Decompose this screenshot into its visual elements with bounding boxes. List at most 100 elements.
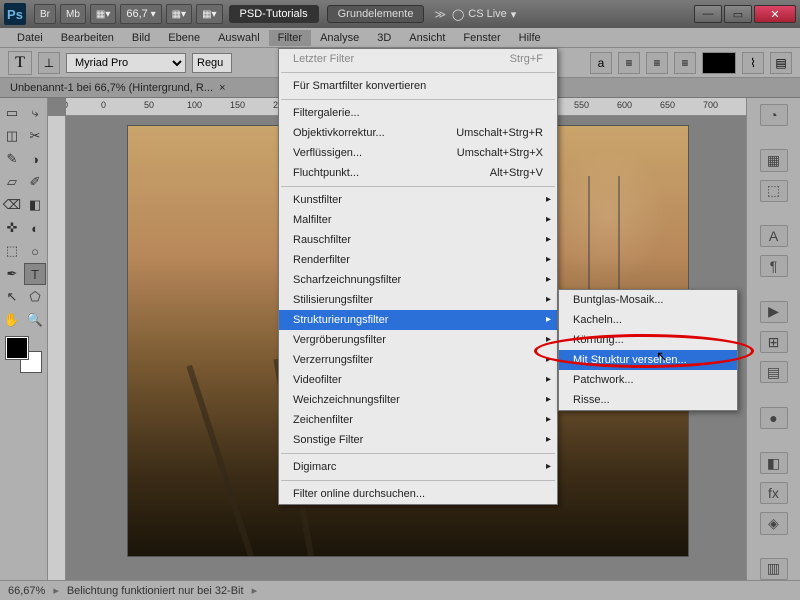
panel-icon-1[interactable]: ▦ — [760, 149, 788, 171]
panel-icon-12[interactable]: ▥ — [760, 558, 788, 580]
menu-item[interactable]: Stilisierungsfilter — [279, 290, 557, 310]
menu-item[interactable]: Digimarc — [279, 457, 557, 477]
tool-6[interactable]: ▱ — [1, 171, 23, 193]
tool-5[interactable]: ◑ — [24, 148, 46, 170]
tool-1[interactable]: ⤷ — [24, 102, 46, 124]
font-family-select[interactable]: Myriad Pro — [66, 53, 186, 73]
menu-hilfe[interactable]: Hilfe — [510, 30, 550, 46]
menu-item[interactable]: Fluchtpunkt...Alt+Strg+V — [279, 163, 557, 183]
warp-text-button[interactable]: ⌇ — [742, 52, 764, 74]
foreground-color-swatch[interactable] — [6, 337, 28, 359]
panel-icon-6[interactable]: ⊞ — [760, 331, 788, 353]
workspace-grundelemente[interactable]: Grundelemente — [327, 5, 425, 23]
submenu-item[interactable]: Mit Struktur versehen... — [559, 350, 737, 370]
menu-analyse[interactable]: Analyse — [311, 30, 368, 46]
menu-item[interactable]: Scharfzeichnungsfilter — [279, 270, 557, 290]
menu-3d[interactable]: 3D — [368, 30, 400, 46]
menu-item[interactable]: Renderfilter — [279, 250, 557, 270]
status-zoom[interactable]: 66,67% — [8, 585, 45, 597]
panel-icon-9[interactable]: ◧ — [760, 452, 788, 474]
tool-9[interactable]: ◧ — [24, 194, 46, 216]
menu-item[interactable]: Rauschfilter — [279, 230, 557, 250]
screen-mode-button[interactable]: ▦▾ — [90, 4, 116, 24]
minimize-button[interactable]: — — [694, 5, 722, 23]
menu-item[interactable]: Vergröberungsfilter — [279, 330, 557, 350]
arrange-button[interactable]: ▦▾ — [196, 4, 222, 24]
close-button[interactable]: ✕ — [754, 5, 796, 23]
menu-datei[interactable]: Datei — [8, 30, 52, 46]
submenu-item[interactable]: Buntglas-Mosaik... — [559, 290, 737, 310]
window-titlebar: Ps Br Mb ▦▾ 66,7 ▾ ▦▾ ▦▾ PSD-Tutorials G… — [0, 0, 800, 28]
menu-ansicht[interactable]: Ansicht — [400, 30, 454, 46]
submenu-item[interactable]: Risse... — [559, 390, 737, 410]
menu-item[interactable]: Videofilter — [279, 370, 557, 390]
text-orientation-button[interactable]: ⊥ — [38, 52, 60, 74]
more-icon[interactable]: ≫ — [434, 8, 446, 21]
tool-8[interactable]: ⌫ — [1, 194, 23, 216]
panel-icon-4[interactable]: ¶ — [760, 255, 788, 277]
workspace-psdtutorials[interactable]: PSD-Tutorials — [229, 5, 319, 23]
text-color-swatch[interactable] — [702, 52, 736, 74]
tool-17[interactable]: ⬠ — [24, 286, 46, 308]
character-panel-button[interactable]: ▤ — [770, 52, 792, 74]
menu-item[interactable]: Sonstige Filter — [279, 430, 557, 450]
tool-4[interactable]: ✎ — [1, 148, 23, 170]
menu-bearbeiten[interactable]: Bearbeiten — [52, 30, 123, 46]
panel-icon-5[interactable]: ▶ — [760, 301, 788, 323]
align-center-button[interactable]: ≡ — [646, 52, 668, 74]
antialias-button[interactable]: a — [590, 52, 612, 74]
minibridge-button[interactable]: Mb — [60, 4, 86, 24]
menu-item[interactable]: Verzerrungsfilter — [279, 350, 557, 370]
menu-item[interactable]: Weichzeichnungsfilter — [279, 390, 557, 410]
tool-18[interactable]: ✋ — [1, 309, 23, 331]
panel-icon-10[interactable]: fx — [760, 482, 788, 504]
panel-icon-3[interactable]: A — [760, 225, 788, 247]
view-extras-button[interactable]: ▦▾ — [166, 4, 192, 24]
tool-11[interactable]: ◐ — [24, 217, 46, 239]
cslive-button[interactable]: ◯ CS Live ▾ — [452, 8, 516, 21]
menu-filter[interactable]: Filter — [269, 30, 311, 46]
filter-menu-dropdown: Letzter FilterStrg+FFür Smartfilter konv… — [278, 48, 558, 505]
submenu-item[interactable]: Patchwork... — [559, 370, 737, 390]
panel-icon-2[interactable]: ⬚ — [760, 180, 788, 202]
menu-item[interactable]: Kunstfilter — [279, 190, 557, 210]
menu-bild[interactable]: Bild — [123, 30, 159, 46]
zoom-level[interactable]: 66,7 ▾ — [120, 4, 161, 24]
align-right-button[interactable]: ≡ — [674, 52, 696, 74]
menu-fenster[interactable]: Fenster — [454, 30, 509, 46]
menu-item[interactable]: Für Smartfilter konvertieren — [279, 76, 557, 96]
menu-item[interactable]: Strukturierungsfilter — [279, 310, 557, 330]
tool-7[interactable]: ✐ — [24, 171, 46, 193]
tool-13[interactable]: ○ — [24, 240, 46, 262]
submenu-item[interactable]: Kacheln... — [559, 310, 737, 330]
tool-0[interactable]: ▭ — [1, 102, 23, 124]
menu-ebene[interactable]: Ebene — [159, 30, 209, 46]
tool-2[interactable]: ◫ — [1, 125, 23, 147]
current-tool-icon[interactable]: T — [8, 51, 32, 75]
menu-item[interactable]: Malfilter — [279, 210, 557, 230]
submenu-item[interactable]: Körnung... — [559, 330, 737, 350]
align-left-button[interactable]: ≡ — [618, 52, 640, 74]
menu-item[interactable]: Filter online durchsuchen... — [279, 484, 557, 504]
tool-16[interactable]: ↖ — [1, 286, 23, 308]
panel-dock: ◔ ▦ ⬚ A ¶ ▶ ⊞ ▤ ● ◧ fx ◈ ▥ — [746, 98, 800, 580]
panel-icon-11[interactable]: ◈ — [760, 512, 788, 534]
panel-icon-7[interactable]: ▤ — [760, 361, 788, 383]
panel-icon-0[interactable]: ◔ — [760, 104, 788, 126]
menu-auswahl[interactable]: Auswahl — [209, 30, 269, 46]
tool-14[interactable]: ✒ — [1, 263, 23, 285]
panel-icon-8[interactable]: ● — [760, 407, 788, 429]
color-swatches[interactable] — [6, 337, 42, 373]
menu-item[interactable]: Verflüssigen...Umschalt+Strg+X — [279, 143, 557, 163]
tool-15[interactable]: T — [24, 263, 46, 285]
tool-3[interactable]: ✂ — [24, 125, 46, 147]
menu-item[interactable]: Filtergalerie... — [279, 103, 557, 123]
bridge-button[interactable]: Br — [34, 4, 56, 24]
font-style-select[interactable] — [192, 53, 232, 73]
tool-12[interactable]: ⬚ — [1, 240, 23, 262]
menu-item[interactable]: Objektivkorrektur...Umschalt+Strg+R — [279, 123, 557, 143]
tool-19[interactable]: 🔍 — [24, 309, 46, 331]
maximize-button[interactable]: ▭ — [724, 5, 752, 23]
menu-item[interactable]: Zeichenfilter — [279, 410, 557, 430]
tool-10[interactable]: ✜ — [1, 217, 23, 239]
